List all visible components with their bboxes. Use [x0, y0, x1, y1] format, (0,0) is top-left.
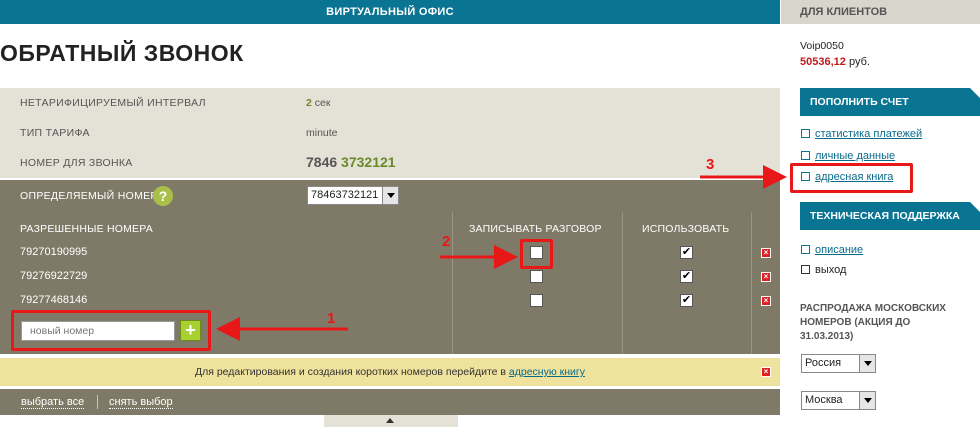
annotation-arrows: [216, 165, 787, 341]
